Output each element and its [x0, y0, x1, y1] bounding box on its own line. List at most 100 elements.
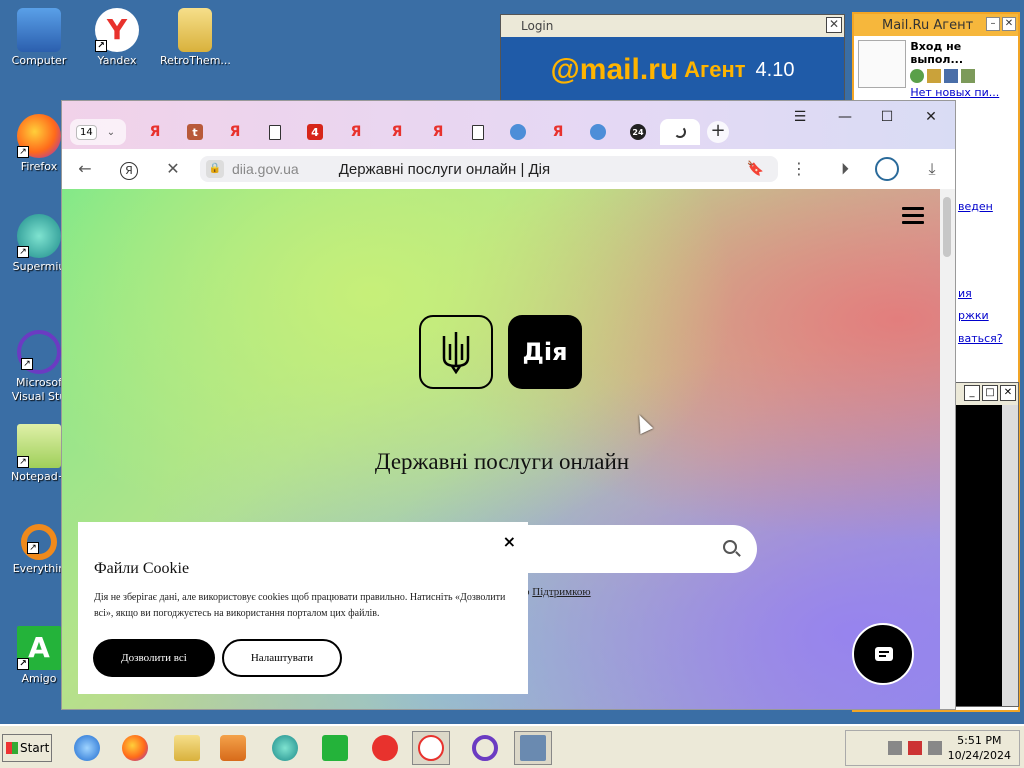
console-output[interactable] — [956, 405, 1002, 706]
back-arrow-icon[interactable]: ← — [72, 157, 98, 181]
tab[interactable]: Я — [382, 119, 412, 145]
taskbar-yandex-browser[interactable] — [412, 731, 450, 765]
tab[interactable]: Я — [543, 119, 573, 145]
close-icon[interactable]: ✕ — [826, 17, 842, 33]
start-button[interactable]: Start — [2, 734, 52, 762]
tab[interactable]: 24 — [623, 119, 653, 145]
visual-studio-icon: ↗ — [17, 330, 61, 374]
cookie-banner: × Файли Cookie Дія не зберігає дані, але… — [78, 522, 528, 694]
maximize-icon[interactable]: □ — [982, 385, 998, 401]
bookmark-icon[interactable]: 🔖 — [747, 161, 764, 177]
network-icon[interactable] — [887, 741, 902, 755]
tab[interactable]: Я — [341, 119, 371, 145]
tab[interactable] — [463, 119, 493, 145]
start-label: Start — [20, 741, 50, 755]
camera-icon[interactable] — [944, 69, 959, 83]
media-play-icon[interactable]: ⏵ — [832, 157, 858, 181]
chat-bubble-icon — [875, 647, 893, 661]
minimize-icon[interactable]: _ — [964, 385, 980, 401]
address-toolbar: ← Я ✕ 🔒 diia.gov.ua Державні послуги онл… — [62, 149, 955, 189]
chat-button[interactable] — [852, 623, 914, 685]
close-icon[interactable]: ✕ — [1002, 17, 1016, 31]
agent-partial-link[interactable]: ия — [958, 287, 972, 300]
taskbar-visual-studio[interactable] — [466, 731, 504, 765]
close-icon[interactable]: ✕ — [916, 109, 946, 125]
tab[interactable] — [583, 119, 613, 145]
agent-titlebar[interactable]: Mail.Ru Агент – ✕ — [854, 14, 1018, 36]
trident-icon — [442, 332, 470, 374]
trident-logo-icon[interactable] — [419, 315, 493, 389]
stop-loading-icon[interactable]: ✕ — [160, 157, 186, 181]
search-input[interactable] — [522, 525, 757, 573]
clock-date: 10/24/2024 — [947, 749, 1011, 762]
yandex-favicon-icon: Я — [432, 124, 444, 140]
omnibox[interactable]: 🔒 diia.gov.ua Державні послуги онлайн | … — [200, 156, 778, 182]
yandex-home-icon[interactable]: Я — [116, 157, 142, 181]
keyboard-icon[interactable] — [927, 741, 942, 755]
taskbar-media[interactable] — [214, 731, 252, 765]
window-icon — [520, 735, 546, 761]
new-tab-button[interactable]: + — [707, 121, 729, 143]
cookie-description: Дія не зберігає дані, але використовує c… — [94, 592, 506, 619]
tab[interactable]: t — [180, 119, 210, 145]
taskbar-amigo[interactable] — [316, 731, 354, 765]
allow-all-button[interactable]: Дозволити всі — [93, 639, 215, 677]
cookie-close-button[interactable]: × — [503, 532, 516, 551]
agent-word: Агент — [684, 57, 746, 82]
add-contact-icon[interactable] — [927, 69, 942, 83]
taskbar-explorer[interactable] — [168, 731, 206, 765]
support-link[interactable]: Підтримкою — [532, 586, 590, 598]
avatar — [858, 40, 907, 88]
tab[interactable]: Я — [220, 119, 250, 145]
extension-icon[interactable] — [874, 157, 900, 181]
menu-hamburger-icon[interactable] — [902, 207, 924, 228]
diia-logo[interactable]: Дія — [508, 315, 582, 389]
agent-partial-link[interactable]: ваться? — [958, 332, 1003, 345]
search-icon[interactable] — [723, 540, 737, 554]
maximize-icon[interactable]: ☐ — [872, 109, 902, 125]
tab-strip: 14 ⌄ Я t Я 4 Я Я Я Я 24 + ☰ — ☐ ✕ — [62, 101, 955, 149]
tab-active[interactable] — [660, 119, 700, 145]
minimize-icon[interactable]: – — [986, 17, 1000, 31]
chevron-down-icon: ⌄ — [106, 126, 116, 138]
taskbar-console[interactable] — [514, 731, 552, 765]
contacts-icon[interactable] — [910, 69, 925, 83]
taskbar-yandex[interactable] — [366, 731, 404, 765]
desktop-icon-yandex[interactable]: Y ↗ Yandex — [82, 8, 152, 67]
computer-icon — [17, 8, 61, 52]
volume-muted-icon[interactable] — [907, 741, 922, 755]
scrollbar-thumb[interactable] — [943, 197, 951, 257]
scrollbar[interactable] — [940, 189, 955, 709]
tab[interactable]: Я — [140, 119, 170, 145]
tab[interactable] — [260, 119, 290, 145]
sms-icon[interactable] — [961, 69, 976, 83]
yandex-browser-icon — [418, 735, 444, 761]
minimize-icon[interactable]: — — [830, 109, 860, 125]
folder-icon — [174, 735, 200, 761]
tab-group-counter[interactable]: 14 ⌄ — [70, 119, 126, 145]
more-options-icon[interactable]: ⋮ — [786, 157, 812, 181]
scrollbar[interactable] — [1002, 405, 1018, 706]
taskbar-ie[interactable] — [68, 731, 106, 765]
globe-favicon-icon — [590, 124, 606, 140]
taskbar-supermium[interactable] — [266, 731, 304, 765]
login-titlebar[interactable]: Login ✕ — [501, 15, 844, 37]
agent-partial-link[interactable]: ржки — [958, 309, 989, 322]
desktop-icon-retrothem[interactable]: RetroThem... — [160, 8, 230, 67]
firefox-icon: ↗ — [17, 114, 61, 158]
taskbar-firefox[interactable] — [116, 731, 154, 765]
tab[interactable] — [503, 119, 533, 145]
clock[interactable]: 5:51 PM 10/24/2024 — [948, 733, 1011, 763]
lock-icon[interactable]: 🔒 — [206, 160, 224, 178]
new-mail-link[interactable]: Нет новых пи... — [910, 86, 1014, 99]
media-player-icon — [220, 735, 246, 761]
document-favicon-icon — [269, 124, 281, 140]
tab[interactable]: 4 — [300, 119, 330, 145]
desktop-icon-computer[interactable]: Computer — [4, 8, 74, 67]
tab[interactable]: Я — [423, 119, 453, 145]
cookie-settings-button[interactable]: Налаштувати — [222, 639, 342, 677]
yandex-icon — [372, 735, 398, 761]
menu-icon[interactable]: ☰ — [785, 109, 815, 125]
download-icon[interactable]: ⤓ — [919, 157, 945, 181]
close-icon[interactable]: ✕ — [1000, 385, 1016, 401]
